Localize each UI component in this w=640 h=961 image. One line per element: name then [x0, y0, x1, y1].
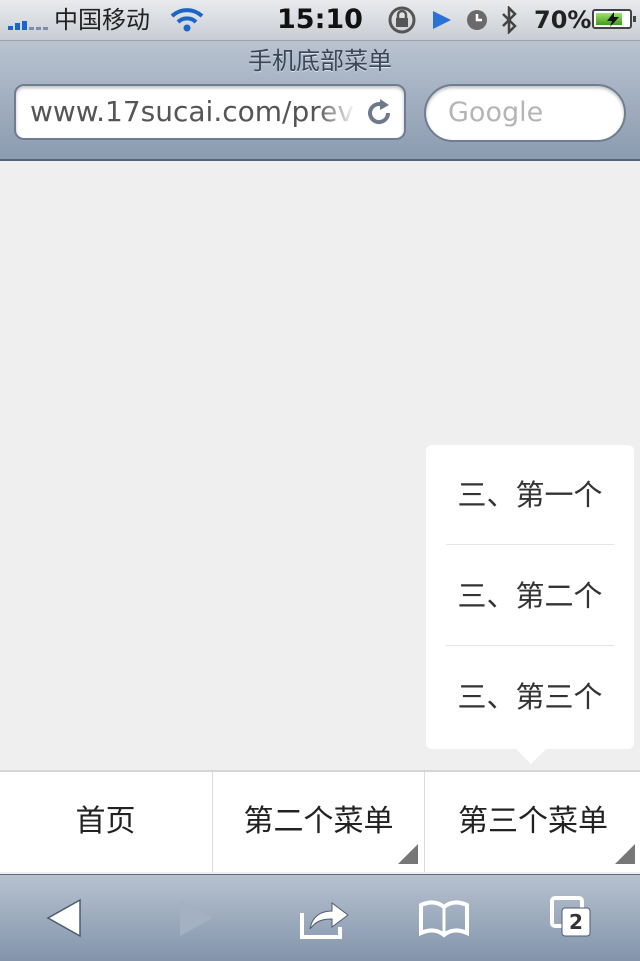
bottom-menu: 首页 第二个菜单 第三个菜单	[0, 770, 640, 872]
rotation-lock-icon	[388, 6, 416, 34]
forward-icon[interactable]	[166, 893, 222, 943]
bluetooth-icon	[502, 6, 517, 34]
menu-item-second[interactable]: 第二个菜单	[212, 772, 424, 872]
battery-charging-icon	[592, 9, 636, 29]
browser-toolbar: 2	[0, 874, 640, 961]
reload-icon[interactable]	[364, 98, 394, 128]
menu-item-label: 第三个菜单	[458, 804, 608, 839]
clock-icon	[467, 10, 487, 30]
submenu-indicator-icon	[615, 844, 635, 864]
submenu-item[interactable]: 三、第一个	[446, 445, 614, 545]
url-text: www.17sucai.com/preview	[30, 95, 356, 128]
browser-header: 手机底部菜单 www.17sucai.com/preview Google	[0, 41, 640, 161]
bookmarks-icon[interactable]	[416, 893, 472, 943]
menu-item-label: 首页	[75, 804, 136, 839]
battery-percent: 70%	[534, 6, 592, 34]
submenu-indicator-icon	[398, 844, 418, 864]
search-placeholder: Google	[448, 97, 544, 128]
submenu-popup: 三、第一个 三、第二个 三、第三个	[426, 445, 634, 764]
menu-item-third[interactable]: 第三个菜单	[424, 772, 640, 872]
play-icon	[433, 11, 451, 29]
page-title: 手机底部菜单	[248, 47, 392, 75]
search-input[interactable]: Google	[424, 84, 626, 142]
submenu-item[interactable]: 三、第三个	[446, 647, 614, 747]
tabs-icon[interactable]: 2	[546, 893, 602, 943]
submenu-item[interactable]: 三、第二个	[446, 546, 614, 646]
status-bar: 中国移动 15:10 70%	[0, 0, 640, 41]
menu-item-home[interactable]: 首页	[0, 772, 211, 872]
share-icon[interactable]	[296, 893, 352, 943]
back-icon[interactable]	[38, 893, 94, 943]
tabs-count: 2	[569, 910, 583, 934]
menu-item-label: 第二个菜单	[243, 804, 394, 839]
url-bar[interactable]: www.17sucai.com/preview	[14, 84, 406, 140]
